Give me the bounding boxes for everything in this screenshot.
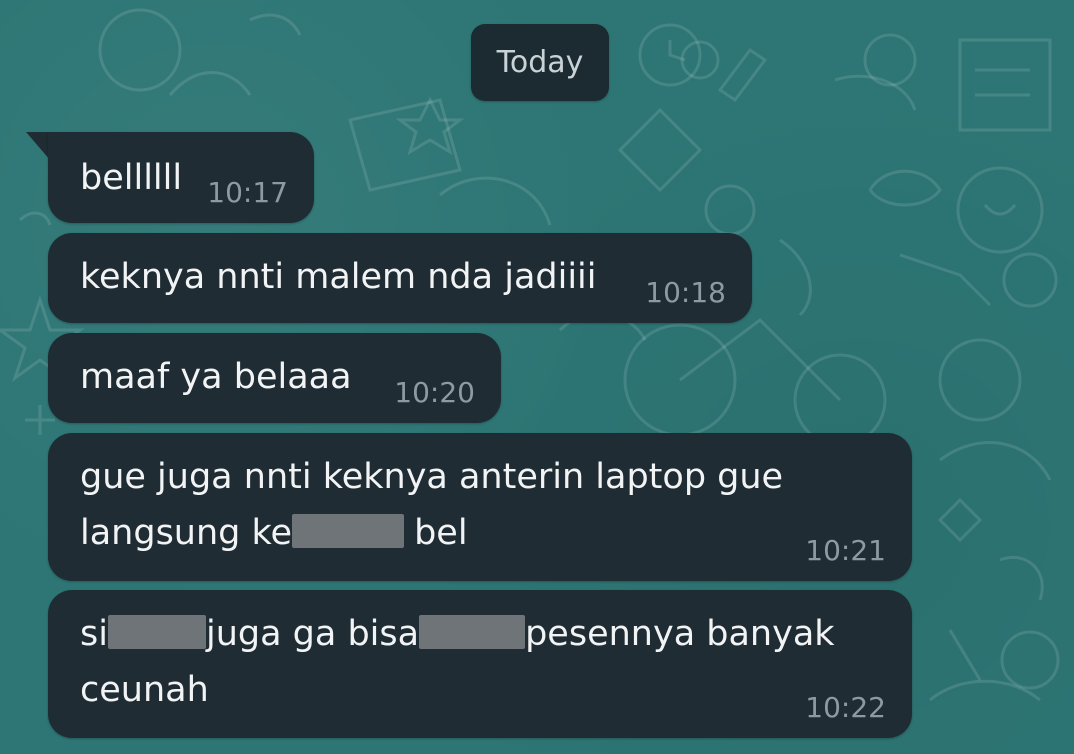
date-chip: Today (471, 24, 609, 101)
message-bubble[interactable]: bellllll 10:17 (48, 132, 314, 223)
message-timestamp: 10:18 (645, 276, 726, 309)
message-fragment: pesennya banyak (525, 614, 835, 654)
message-timestamp: 10:20 (394, 376, 475, 409)
message-bubble[interactable]: keknya nnti malem nda jadiiii 10:18 (48, 233, 752, 323)
message-text: si juga ga bisa pesennya banyak ceunah (80, 606, 835, 718)
message-fragment: juga ga bisa (205, 614, 420, 654)
message-line: langsung ke bel (80, 505, 783, 561)
message-timestamp: 10:21 (805, 534, 886, 567)
message-fragment: si (80, 614, 108, 654)
message-text: gue juga nnti keknya anterin laptop gue … (80, 449, 783, 561)
message-line: si juga ga bisa pesennya banyak (80, 606, 835, 662)
message-line: ceunah (80, 670, 209, 710)
bubble-tail (26, 132, 50, 160)
redaction-block (292, 514, 405, 548)
message-line: gue juga nnti keknya anterin laptop gue (80, 457, 784, 497)
date-chip-label: Today (496, 45, 584, 80)
message-fragment: bel (414, 513, 468, 553)
message-text: keknya nnti malem nda jadiiii (80, 257, 597, 297)
message-bubble[interactable]: si juga ga bisa pesennya banyak ceunah 10:… (48, 590, 912, 738)
message-timestamp: 10:22 (805, 691, 886, 724)
message-text: bellllll (80, 158, 183, 198)
message-fragment: langsung ke (80, 513, 293, 553)
redaction-block (107, 615, 206, 649)
message-bubble[interactable]: gue juga nnti keknya anterin laptop gue … (48, 433, 912, 581)
message-timestamp: 10:17 (207, 176, 288, 209)
message-bubble[interactable]: maaf ya belaaa 10:20 (48, 333, 501, 423)
redaction-block (419, 615, 526, 649)
message-text: maaf ya belaaa (80, 357, 352, 397)
